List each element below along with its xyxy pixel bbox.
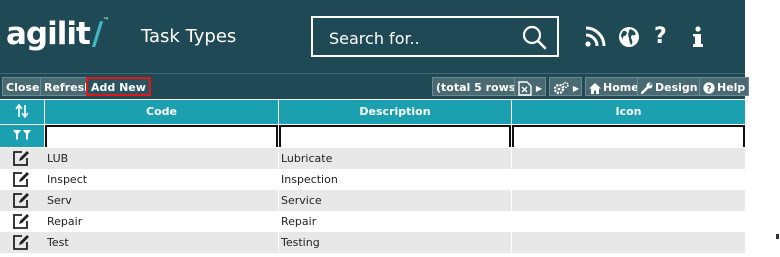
help-circle-icon: ? (703, 82, 715, 94)
cell-description: Testing (281, 236, 320, 249)
sort-arrows-icon (15, 103, 29, 118)
column-header-description[interactable]: Description (279, 100, 511, 124)
search-input[interactable] (327, 26, 521, 50)
column-header-icon[interactable]: Icon (512, 100, 745, 124)
cell-code: LUB (47, 152, 69, 165)
edit-icon[interactable] (12, 171, 30, 188)
cell-code: Serv (47, 194, 72, 207)
rss-icon[interactable] (583, 25, 607, 49)
export-excel-button[interactable]: ▶ (514, 77, 546, 96)
cell-code: Repair (47, 215, 83, 228)
cell-icon (512, 148, 745, 169)
cell-description: Inspection (281, 173, 338, 186)
filter-cell-description (279, 125, 511, 148)
edit-icon[interactable] (12, 192, 30, 209)
home-icon (589, 82, 601, 94)
logo-slash: / (91, 16, 103, 52)
filter-icon (13, 129, 31, 140)
globe-icon[interactable] (617, 25, 641, 49)
filter-code-input[interactable] (47, 129, 276, 148)
sort-column-header[interactable] (0, 100, 44, 124)
table-row[interactable]: Inspect Inspection (0, 169, 745, 190)
cell-code: Inspect (47, 173, 88, 186)
search-box[interactable] (311, 16, 559, 57)
wrench-icon (641, 82, 653, 94)
scroll-marker (776, 234, 779, 239)
cell-icon (512, 232, 745, 253)
app-window: agilit/™ Task Types ? (0, 0, 750, 257)
toolbar: Close Refresh Add New (total 5 rows) ▶ ▶… (0, 73, 750, 99)
search-icon[interactable] (521, 24, 547, 50)
edit-icon[interactable] (12, 213, 30, 230)
design-label: Design (655, 81, 698, 94)
chevron-right-icon: ▶ (572, 84, 579, 93)
svg-text:?: ? (706, 85, 711, 95)
table-row[interactable]: LUB Lubricate (0, 148, 745, 169)
help-button[interactable]: ? Help (699, 77, 750, 96)
app-logo[interactable]: agilit / ™ (6, 14, 109, 54)
cell-description: Repair (281, 215, 317, 228)
cell-description: Lubricate (281, 152, 333, 165)
design-button[interactable]: Design (637, 77, 702, 96)
excel-icon (518, 81, 532, 96)
cell-icon (512, 190, 745, 211)
filter-cell-code (45, 125, 278, 148)
filter-description-input[interactable] (281, 129, 509, 148)
edit-icon[interactable] (12, 150, 30, 167)
chevron-right-icon: ▶ (535, 84, 542, 93)
cell-code: Test (47, 236, 69, 249)
filter-cell-icon (512, 125, 745, 148)
app-header: agilit/™ Task Types ? (0, 0, 745, 73)
cell-icon (512, 169, 745, 190)
cell-icon (512, 211, 745, 232)
add-new-button[interactable]: Add New (86, 77, 151, 96)
edit-icon[interactable] (12, 234, 30, 251)
table-row[interactable]: Serv Service (0, 190, 745, 211)
info-icon[interactable] (686, 25, 710, 49)
logo-trademark: ™ (103, 16, 109, 24)
home-label: Home (603, 81, 639, 94)
table-row[interactable]: Test Testing (0, 232, 745, 253)
column-header-code[interactable]: Code (45, 100, 278, 124)
home-button[interactable]: Home (585, 77, 643, 96)
gears-icon (553, 81, 569, 95)
filter-toggle-button[interactable] (0, 125, 44, 147)
row-count-label: (total 5 rows) (432, 77, 525, 96)
table-row[interactable]: Repair Repair (0, 211, 745, 232)
filter-icon-input[interactable] (514, 129, 743, 148)
page-title: Task Types (141, 26, 237, 47)
logo-text: agilit (6, 16, 91, 52)
cell-description: Service (281, 194, 322, 207)
close-button[interactable]: Close (2, 77, 44, 96)
help-label: Help (717, 81, 746, 94)
settings-menu-button[interactable]: ▶ (549, 77, 582, 96)
help-icon[interactable]: ? (654, 25, 678, 49)
